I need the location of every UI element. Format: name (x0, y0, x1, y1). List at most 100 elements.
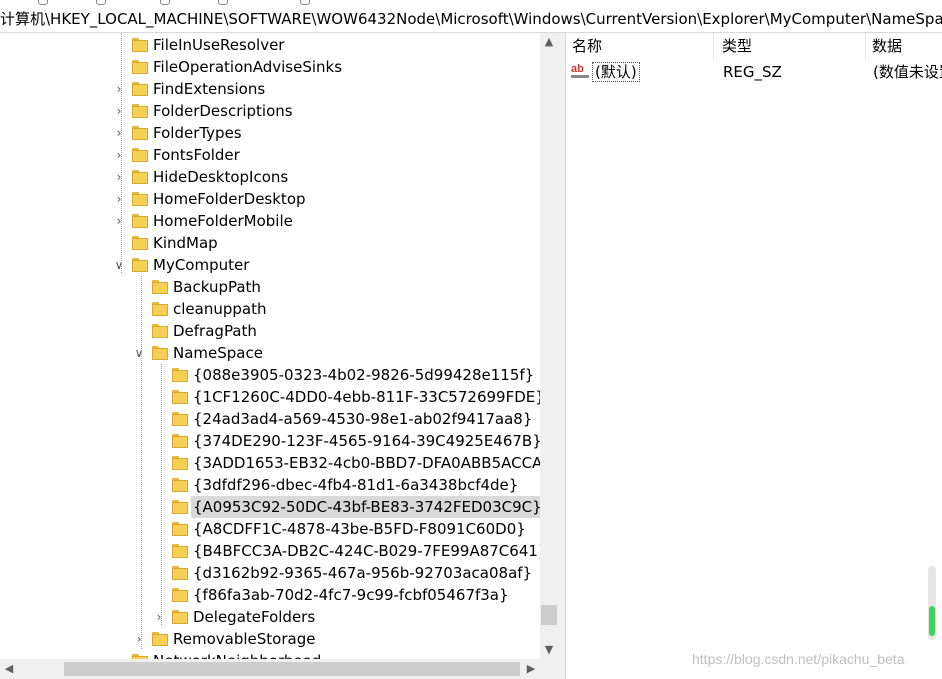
tree-item[interactable]: › FolderDescriptions (0, 100, 540, 122)
tree-item-label: DelegateFolders (193, 608, 316, 626)
folder-icon (132, 60, 148, 74)
tree-item[interactable]: › DelegateFolders (0, 606, 540, 628)
folder-icon (172, 610, 188, 624)
folder-icon (172, 390, 188, 404)
address-bar[interactable]: 计算机\HKEY_LOCAL_MACHINE\SOFTWARE\WOW6432N… (0, 6, 942, 33)
tree-item-label: {d3162b92-9365-467a-956b-92703aca08af} (193, 564, 533, 582)
tree-item[interactable]: › FontsFolder (0, 144, 540, 166)
tree-item[interactable]: › HideDesktopIcons (0, 166, 540, 188)
tree-item-label: BackupPath (173, 278, 261, 296)
chevron-right-icon[interactable]: › (112, 210, 126, 232)
value-data: (数值未设置) (873, 63, 942, 81)
scroll-right-icon[interactable]: ▶ (522, 659, 540, 679)
scroll-down-icon[interactable]: ▼ (540, 641, 558, 659)
tree-item[interactable]: {374DE290-123F-4565-9164-39C4925E467B} (0, 430, 540, 452)
chevron-down-icon[interactable]: ∨ (112, 254, 126, 276)
tree-item-label: KindMap (153, 234, 218, 252)
folder-icon (152, 632, 168, 646)
column-header-data[interactable]: 数据 (866, 33, 942, 59)
folder-icon (132, 170, 148, 184)
tree-item-label: {A8CDFF1C-4878-43be-B5FD-F8091C60D0} (193, 520, 526, 538)
tree-item-label: {24ad3ad4-a569-4530-98e1-ab02f9417aa8} (193, 410, 533, 428)
tree-vertical-scrollbar[interactable]: ▲ ▼ (540, 33, 558, 659)
tree-item[interactable]: › FindExtensions (0, 78, 540, 100)
folder-icon (132, 236, 148, 250)
tree-item[interactable]: KindMap (0, 232, 540, 254)
tree-item-label: HomeFolderMobile (153, 212, 293, 230)
chevron-right-icon[interactable]: › (112, 100, 126, 122)
chevron-right-icon[interactable]: › (112, 78, 126, 100)
folder-icon (132, 148, 148, 162)
tree-item-label: {f86fa3ab-70d2-4fc7-9c99-fcbf05467f3a} (193, 586, 509, 604)
tree-item-label: HomeFolderDesktop (153, 190, 306, 208)
chevron-right-icon[interactable]: › (132, 628, 146, 650)
tree-item[interactable]: {B4BFCC3A-DB2C-424C-B029-7FE99A87C641} (0, 540, 540, 562)
folder-icon (132, 104, 148, 118)
tree-item[interactable]: {3dfdf296-dbec-4fb4-81d1-6a3438bcf4de} (0, 474, 540, 496)
tree-item[interactable]: › RemovableStorage (0, 628, 540, 650)
tree-item[interactable]: › FolderTypes (0, 122, 540, 144)
folder-icon (132, 38, 148, 52)
tree-item[interactable]: {088e3905-0323-4b02-9826-5d99428e115f} (0, 364, 540, 386)
tree-item-label: FindExtensions (153, 80, 266, 98)
folder-icon (132, 82, 148, 96)
chevron-right-icon[interactable]: › (112, 122, 126, 144)
values-list[interactable]: 名称 类型 数据 ab (默认) REG_SZ (数值未设置) (566, 33, 942, 679)
folder-icon (172, 522, 188, 536)
horizontal-scroll-thumb[interactable] (64, 662, 520, 676)
vertical-scroll-thumb[interactable] (541, 605, 557, 625)
column-header-name[interactable]: 名称 (566, 33, 714, 59)
tree-item-label: RemovableStorage (173, 630, 316, 648)
tree-item[interactable]: {f86fa3ab-70d2-4fc7-9c99-fcbf05467f3a} (0, 584, 540, 606)
tree-item-label: {088e3905-0323-4b02-9826-5d99428e115f} (193, 366, 535, 384)
scroll-left-icon[interactable]: ◀ (0, 659, 18, 679)
tree-item[interactable]: FileOperationAdviseSinks (0, 56, 540, 78)
tree-item[interactable]: FileInUseResolver (0, 34, 540, 56)
chevron-right-icon[interactable]: › (112, 144, 126, 166)
tree-item-label: DefragPath (173, 322, 257, 340)
tree-item[interactable]: {1CF1260C-4DD0-4ebb-811F-33C572699FDE} (0, 386, 540, 408)
string-value-icon: ab (571, 63, 589, 79)
tree-item[interactable]: cleanuppath (0, 298, 540, 320)
tree-item-label: FontsFolder (153, 146, 240, 164)
tree-item[interactable]: {d3162b92-9365-467a-956b-92703aca08af} (0, 562, 540, 584)
tree-item[interactable]: ∨ MyComputer (0, 254, 540, 276)
tree-item[interactable]: {3ADD1653-EB32-4cb0-BBD7-DFA0ABB5ACCA} (0, 452, 540, 474)
folder-icon (132, 258, 148, 272)
address-path[interactable]: 计算机\HKEY_LOCAL_MACHINE\SOFTWARE\WOW6432N… (0, 10, 942, 28)
tree-item[interactable]: › HomeFolderDesktop (0, 188, 540, 210)
value-name: (默认) (592, 62, 640, 82)
tree-item[interactable]: {24ad3ad4-a569-4530-98e1-ab02f9417aa8} (0, 408, 540, 430)
folder-icon (152, 346, 168, 360)
tree-horizontal-scrollbar[interactable]: ◀ ▶ (0, 659, 540, 679)
tree-item-label: {3dfdf296-dbec-4fb4-81d1-6a3438bcf4de} (193, 476, 519, 494)
chevron-right-icon[interactable]: › (152, 606, 166, 628)
tree-item[interactable]: ∨ NameSpace (0, 342, 540, 364)
column-header-type[interactable]: 类型 (716, 33, 866, 59)
tree-item[interactable]: {A0953C92-50DC-43bf-BE83-3742FED03C9C} (0, 496, 540, 518)
tree-item[interactable]: DefragPath (0, 320, 540, 342)
tree-item-label: {A0953C92-50DC-43bf-BE83-3742FED03C9C} (191, 496, 540, 518)
tree-item-label: NetworkNeighborhood (151, 650, 323, 659)
pane-splitter[interactable] (558, 33, 566, 679)
folder-icon (172, 368, 188, 382)
list-item[interactable]: ab (默认) REG_SZ (数值未设置) (566, 61, 942, 83)
folder-icon (172, 566, 188, 580)
chevron-right-icon[interactable]: › (112, 166, 126, 188)
folder-icon (152, 280, 168, 294)
tree-item-label: FileOperationAdviseSinks (153, 58, 343, 76)
chevron-down-icon[interactable]: ∨ (132, 342, 146, 364)
registry-tree[interactable]: FileInUseResolver FileOperationAdviseSink… (0, 33, 540, 659)
tree-item[interactable]: {A8CDFF1C-4878-43be-B5FD-F8091C60D0} (0, 518, 540, 540)
tree-item[interactable]: › HomeFolderMobile (0, 210, 540, 232)
scroll-up-icon[interactable]: ▲ (540, 33, 558, 51)
folder-icon (172, 478, 188, 492)
tree-item[interactable]: NetworkNeighborhood (0, 650, 540, 659)
tree-item-label: {1CF1260C-4DD0-4ebb-811F-33C572699FDE} (193, 388, 540, 406)
chevron-right-icon[interactable]: › (112, 188, 126, 210)
folder-icon (152, 324, 168, 338)
tree-item-label: FileInUseResolver (153, 36, 285, 54)
tree-item[interactable]: BackupPath (0, 276, 540, 298)
tree-item-label: NameSpace (173, 344, 263, 362)
tree-item-label: {B4BFCC3A-DB2C-424C-B029-7FE99A87C641} (193, 542, 540, 560)
